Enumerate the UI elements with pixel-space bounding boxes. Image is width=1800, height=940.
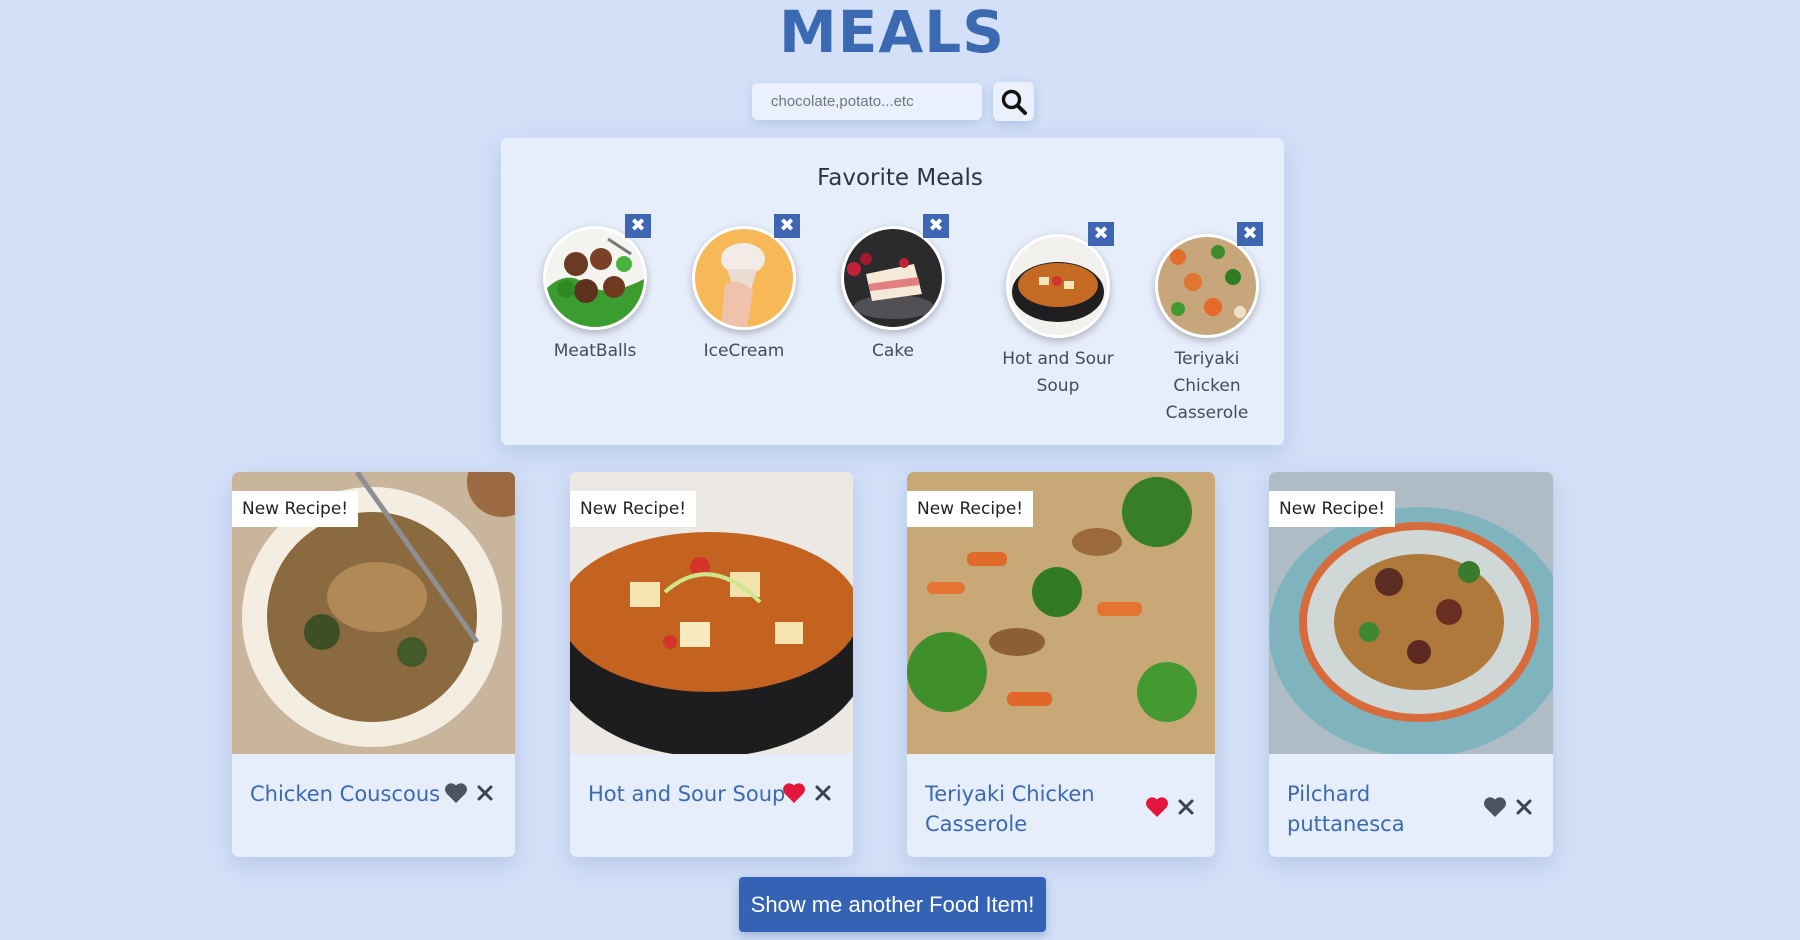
remove-meal-button[interactable]: [810, 780, 836, 806]
remove-favorite-button[interactable]: ✖: [774, 214, 800, 238]
favorite-toggle-button[interactable]: [1482, 794, 1508, 820]
remove-favorite-button[interactable]: ✖: [923, 214, 949, 238]
meal-thumbnail[interactable]: [841, 226, 945, 330]
remove-meal-button[interactable]: [472, 780, 498, 806]
meal-image[interactable]: New Recipe!: [232, 472, 515, 754]
meal-card: New Recipe! Hot and Sour Soup: [570, 472, 853, 857]
remove-favorite-button[interactable]: ✖: [1088, 222, 1114, 246]
remove-meal-button[interactable]: [1511, 794, 1537, 820]
remove-favorite-button[interactable]: ✖: [1237, 222, 1263, 246]
meal-thumbnail[interactable]: [1155, 234, 1259, 338]
favorite-name: MeatBalls: [553, 341, 637, 361]
new-recipe-badge: New Recipe!: [907, 491, 1034, 527]
favorite-item[interactable]: ✖ Hot and Sour Soup: [1002, 222, 1114, 400]
meal-image[interactable]: New Recipe!: [570, 472, 853, 754]
heart-icon: [445, 783, 467, 803]
search-icon: [1001, 89, 1027, 115]
favorite-toggle-button[interactable]: [1144, 794, 1170, 820]
favorite-toggle-button[interactable]: [781, 780, 807, 806]
show-another-meal-button[interactable]: Show me another Food Item!: [739, 877, 1046, 932]
remove-meal-button[interactable]: [1173, 794, 1199, 820]
meal-card: New Recipe! Teriyaki Chicken Casserole: [907, 472, 1215, 857]
favorite-item[interactable]: ✖ IceCream: [688, 214, 800, 365]
meal-name: Pilchard puttanesca: [1287, 782, 1405, 836]
meal-image[interactable]: New Recipe!: [1269, 472, 1553, 754]
heart-icon: [783, 783, 805, 803]
meal-image[interactable]: New Recipe!: [907, 472, 1215, 754]
heart-icon: [1146, 797, 1168, 817]
meal-thumbnail[interactable]: [543, 226, 647, 330]
meal-name: Teriyaki Chicken Casserole: [925, 782, 1095, 836]
favorite-meals-heading: Favorite Meals: [817, 165, 983, 191]
close-icon: [477, 785, 493, 801]
meal-name: Chicken Couscous: [250, 782, 441, 806]
remove-favorite-button[interactable]: ✖: [625, 214, 651, 238]
close-icon: [815, 785, 831, 801]
meal-thumbnail[interactable]: [692, 226, 796, 330]
app-title: MEALS: [779, 0, 1005, 66]
close-icon: [1516, 799, 1532, 815]
meal-name: Hot and Sour Soup: [588, 782, 786, 806]
favorite-name: Hot and Sour Soup: [1002, 349, 1114, 396]
favorite-name: IceCream: [703, 341, 785, 361]
new-recipe-badge: New Recipe!: [1269, 491, 1396, 527]
search-input[interactable]: [752, 83, 982, 120]
favorite-toggle-button[interactable]: [443, 780, 469, 806]
search-button[interactable]: [993, 82, 1034, 121]
heart-icon: [1484, 797, 1506, 817]
close-icon: [1178, 799, 1194, 815]
favorite-item[interactable]: ✖ MeatBalls: [539, 214, 651, 365]
meal-card: New Recipe! Pilchard puttanesca: [1269, 472, 1553, 857]
favorite-item[interactable]: ✖ Teriyaki Chicken Casserole: [1151, 222, 1263, 427]
meal-card: New Recipe! Chicken Couscous: [232, 472, 515, 857]
new-recipe-badge: New Recipe!: [570, 491, 697, 527]
meal-thumbnail[interactable]: [1006, 234, 1110, 338]
favorite-name: Cake: [872, 341, 914, 361]
favorite-item[interactable]: ✖ Cake: [837, 214, 949, 365]
favorite-name: Teriyaki Chicken Casserole: [1165, 349, 1249, 423]
new-recipe-badge: New Recipe!: [232, 491, 359, 527]
